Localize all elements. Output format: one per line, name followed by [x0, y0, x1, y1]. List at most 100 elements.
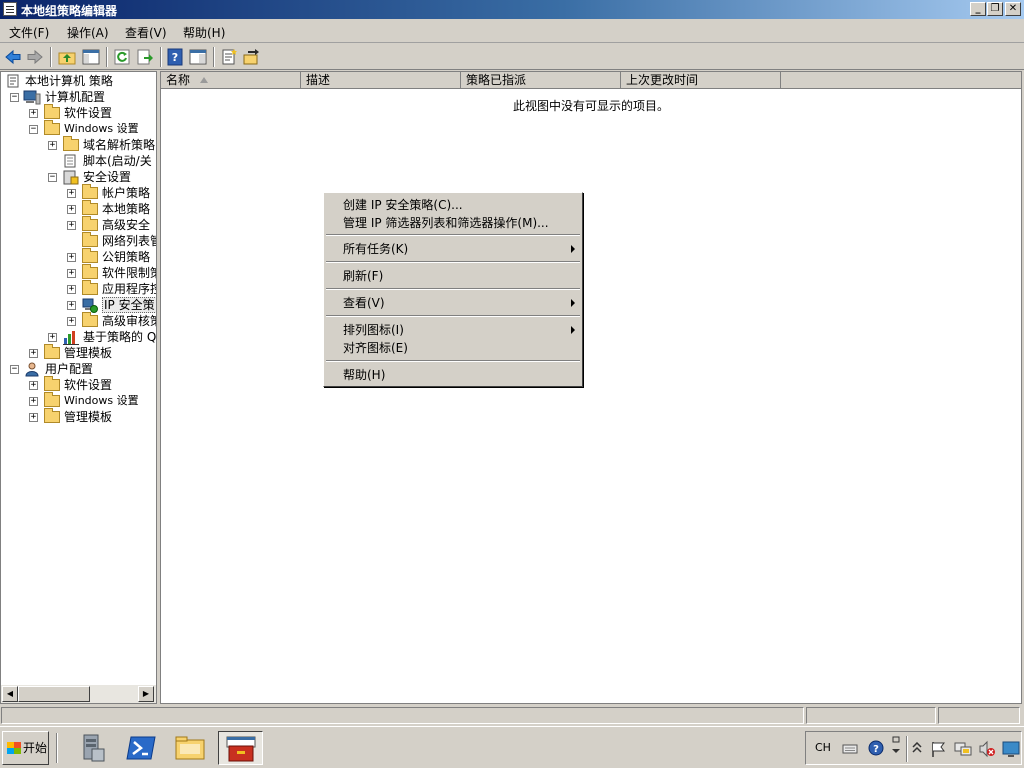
import-export-icon[interactable]	[242, 48, 260, 66]
status-panel	[806, 707, 936, 724]
collapse-toggle[interactable]: −	[10, 365, 19, 374]
menu-item-align-icons[interactable]: 对齐图标(E)	[343, 340, 408, 356]
menu-item-manage-filters[interactable]: 管理 IP 筛选器列表和筛选器操作(M)...	[343, 215, 549, 231]
menu-view[interactable]: 查看(V)	[125, 24, 167, 41]
expand-toggle[interactable]: +	[29, 109, 38, 118]
details-pane[interactable]: 名称 描述 策略已指派 上次更改时间 此视图中没有可显示的项目。	[160, 71, 1022, 704]
policy-document-icon	[7, 74, 19, 88]
toolbar-separator	[106, 47, 108, 67]
scroll-right-button[interactable]: ▶	[138, 686, 154, 702]
up-folder-icon[interactable]	[58, 48, 76, 66]
network-icon[interactable]	[954, 740, 972, 758]
tree-label: 本地策略	[102, 202, 151, 216]
language-bar-options-icon[interactable]	[891, 736, 901, 758]
expand-toggle[interactable]: +	[29, 413, 38, 422]
menu-item-refresh[interactable]: 刷新(F)	[343, 268, 383, 284]
menu-separator	[326, 261, 580, 263]
gpedit-app-icon	[3, 2, 17, 16]
help-icon[interactable]: ?	[166, 48, 184, 66]
menu-item-help[interactable]: 帮助(H)	[343, 367, 385, 383]
keyboard-icon[interactable]	[842, 741, 858, 755]
expand-toggle[interactable]: +	[67, 285, 76, 294]
close-button[interactable]: ✕	[1005, 2, 1021, 16]
collapse-toggle[interactable]: −	[29, 125, 38, 134]
menu-item-arrange-icons[interactable]: 排列图标(I)	[343, 322, 404, 338]
policy-tree[interactable]: 本地计算机 策略 − 计算机配置 + 软件设置 − Windows 设置 + 域…	[0, 71, 157, 704]
refresh-icon[interactable]	[113, 48, 131, 66]
tree-label: Windows 设置	[64, 122, 139, 135]
properties-pane-icon[interactable]	[189, 48, 207, 66]
collapse-toggle[interactable]: −	[10, 93, 19, 102]
back-arrow-icon[interactable]	[4, 48, 22, 66]
new-policy-icon[interactable]	[220, 48, 238, 66]
column-header-name[interactable]: 名称	[161, 72, 301, 89]
menu-separator	[326, 315, 580, 317]
language-help-icon[interactable]: ?	[868, 740, 884, 756]
tree-label: 高级安全	[102, 218, 151, 232]
folder-icon	[82, 216, 98, 231]
tree-label: 域名解析策略	[83, 138, 156, 152]
folder-icon	[44, 408, 60, 423]
server-manager-icon[interactable]	[72, 731, 112, 765]
show-hide-tree-icon[interactable]	[82, 48, 100, 66]
expand-toggle[interactable]: +	[29, 397, 38, 406]
expand-toggle[interactable]: +	[67, 301, 76, 310]
menu-item-all-tasks[interactable]: 所有任务(K)	[343, 241, 408, 257]
toolbox-icon	[226, 736, 256, 762]
tray-separator	[906, 736, 908, 762]
expand-toggle[interactable]: +	[67, 189, 76, 198]
tree-label: 高级审核策	[102, 314, 157, 328]
expand-toggle[interactable]: +	[67, 205, 76, 214]
column-header-description[interactable]: 描述	[301, 72, 461, 89]
scroll-thumb[interactable]	[18, 686, 90, 702]
taskbar-app-gpedit[interactable]	[218, 731, 263, 765]
menu-help[interactable]: 帮助(H)	[183, 24, 225, 41]
column-header-last-modified[interactable]: 上次更改时间	[621, 72, 781, 89]
restore-button[interactable]: ❐	[987, 2, 1003, 16]
tree-label: 脚本(启动/关	[83, 154, 152, 168]
menu-action[interactable]: 操作(A)	[67, 24, 109, 41]
powershell-icon[interactable]	[121, 731, 161, 765]
expand-toggle[interactable]: +	[48, 333, 57, 342]
toolbar-separator	[160, 47, 162, 67]
forward-arrow-icon[interactable]	[26, 48, 44, 66]
minimize-button[interactable]: _	[970, 2, 986, 16]
expand-toggle[interactable]: +	[29, 349, 38, 358]
start-button[interactable]: 开始	[2, 731, 49, 765]
tree-label: 基于策略的 Q	[83, 330, 157, 344]
tree-label: 管理模板	[64, 410, 113, 424]
scroll-left-button[interactable]: ◀	[2, 686, 18, 702]
export-list-icon[interactable]	[136, 48, 154, 66]
tree-horizontal-scrollbar[interactable]: ◀ ▶	[1, 685, 156, 703]
toolbar-separator	[50, 47, 52, 67]
show-desktop-icon[interactable]	[1002, 740, 1020, 758]
expand-toggle[interactable]: +	[48, 141, 57, 150]
expand-toggle[interactable]: +	[67, 269, 76, 278]
toolbar-separator	[213, 47, 215, 67]
collapse-toggle[interactable]: −	[48, 173, 57, 182]
folder-icon	[82, 280, 98, 295]
show-hidden-icons-chevron-icon[interactable]	[912, 742, 922, 754]
volume-muted-icon[interactable]	[978, 740, 996, 758]
expand-toggle[interactable]: +	[67, 253, 76, 262]
input-language-indicator[interactable]: CH	[815, 741, 831, 754]
folder-icon	[82, 248, 98, 263]
tree-label: 应用程序控	[102, 282, 157, 296]
window-title: 本地组策略编辑器	[21, 4, 118, 18]
menu-item-create-ip-policy[interactable]: 创建 IP 安全策略(C)...	[343, 197, 463, 213]
menu-item-view[interactable]: 查看(V)	[343, 295, 385, 311]
taskbar-separator	[56, 733, 58, 763]
tree-label: 帐户策略	[102, 186, 151, 200]
expand-toggle[interactable]: +	[67, 221, 76, 230]
action-center-flag-icon[interactable]	[930, 740, 948, 758]
menu-bar: 文件(F) 操作(A) 查看(V) 帮助(H)	[0, 19, 1024, 43]
expand-toggle[interactable]: +	[67, 317, 76, 326]
expand-toggle[interactable]: +	[29, 381, 38, 390]
column-header-assigned[interactable]: 策略已指派	[461, 72, 621, 89]
menu-file[interactable]: 文件(F)	[9, 24, 49, 41]
tree-label: 安全设置	[83, 170, 132, 184]
tree-label: Windows 设置	[64, 394, 139, 407]
context-menu: 创建 IP 安全策略(C)... 管理 IP 筛选器列表和筛选器操作(M)...…	[323, 192, 583, 387]
column-header-filler	[781, 72, 1021, 89]
file-explorer-icon[interactable]	[170, 731, 210, 765]
